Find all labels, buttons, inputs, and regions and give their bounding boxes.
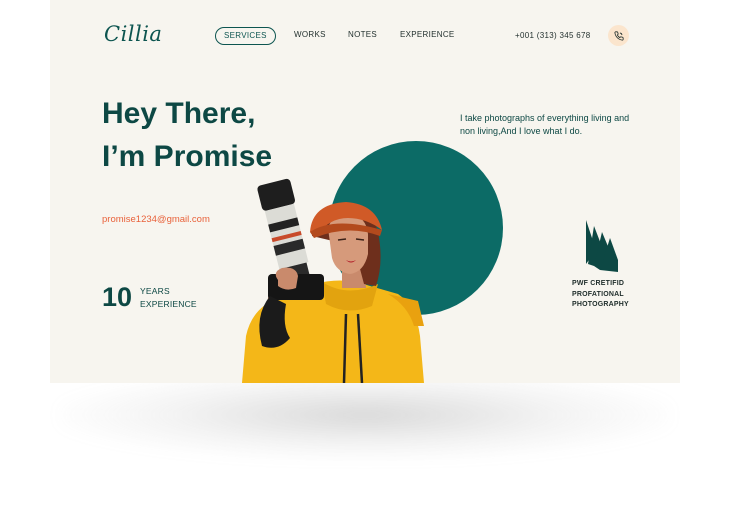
headline-line-2: I’m Promise [102, 140, 273, 173]
nav-item-notes[interactable]: NOTES [348, 27, 377, 43]
nav-item-services[interactable]: SERVICES [215, 27, 276, 45]
phone-number[interactable]: +001 (313) 345 678 [515, 31, 590, 40]
certification-badge-label: PWF CRETIFID PROFATIONAL PHOTOGRAPHY [572, 279, 629, 311]
badge-line-2: PROFATIONAL [572, 290, 624, 298]
experience-label-line-2: EXPERIENCE [140, 299, 197, 309]
photographer-image [242, 178, 424, 383]
pwf-logo-icon [586, 220, 618, 272]
experience-label-line-1: YEARS [140, 286, 170, 296]
phone-icon [613, 30, 624, 41]
nav-item-works[interactable]: WORKS [294, 27, 326, 43]
headline-line-1: Hey There, [102, 97, 256, 130]
badge-line-1: PWF CRETIFID [572, 280, 625, 287]
portfolio-hero-card: Cillia SERVICES WORKS NOTES EXPERIENCE +… [50, 0, 680, 383]
call-button[interactable] [608, 25, 629, 46]
experience-number: 10 [102, 282, 133, 312]
nav-item-experience[interactable]: EXPERIENCE [400, 27, 455, 43]
email-link[interactable]: promise1234@gmail.com [102, 214, 210, 225]
hero-headline: Hey There, I’m Promise [102, 92, 272, 178]
hero-tagline: I take photographs of everything living … [460, 113, 630, 136]
experience-label: YEARS EXPERIENCE [140, 285, 197, 311]
badge-line-3: PHOTOGRAPHY [572, 301, 629, 308]
card-shadow [58, 370, 672, 460]
